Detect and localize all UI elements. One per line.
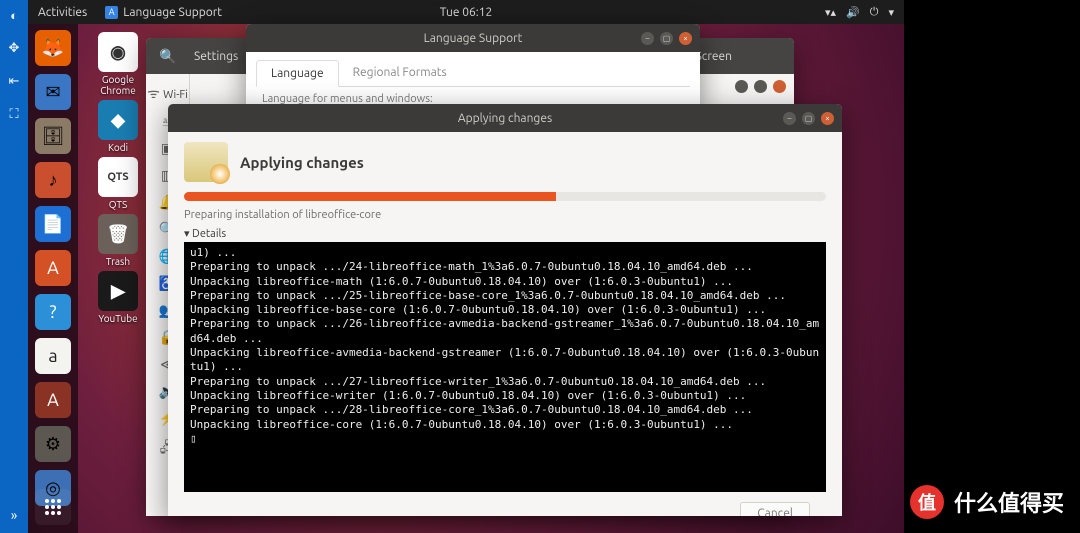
files-icon[interactable]: 🗄 — [35, 118, 71, 154]
minimize-icon[interactable]: – — [783, 112, 796, 125]
system-tray[interactable]: ▾▴ 🔊 ⏻ ▾ — [825, 6, 894, 19]
dock: 🦊 ✉ 🗄 ♪ 📄 A ? a A ⚙ ◎ — [28, 24, 78, 533]
watermark-badge-icon: 值 — [910, 485, 944, 519]
wifi-icon[interactable]: ᯤ Wi-Fi — [147, 84, 188, 103]
applying-changes-dialog: Applying changes – ▢ × Applying changes … — [168, 104, 842, 516]
desktop-icon-kodi[interactable]: ◆ Kodi — [90, 100, 146, 153]
thunderbird-icon[interactable]: ✉ — [35, 74, 71, 110]
desktop-icon-label: QTS — [109, 199, 127, 210]
desktop-icon-label: Kodi — [108, 142, 128, 153]
youtube-icon: ▶ — [98, 271, 138, 311]
topbar-app[interactable]: A Language Support — [105, 6, 222, 19]
package-icon — [184, 142, 228, 182]
maximize-icon[interactable] — [754, 80, 767, 93]
desktop-icon-qts[interactable]: QTS QTS — [90, 157, 146, 210]
desktop-icons: ◉Google Chrome◆KodiQTSQTS🗑Trash▶YouTube — [90, 32, 146, 324]
rhythmbox-icon[interactable]: ♪ — [35, 162, 71, 198]
language-support-window: Language Support – ▢ × Language Regional… — [246, 24, 700, 110]
power-icon[interactable]: ⏻ — [870, 6, 879, 19]
status-text: Preparing installation of libreoffice-co… — [184, 209, 826, 221]
search-icon[interactable]: 🔍 — [146, 48, 190, 65]
desktop-icon-label: Trash — [106, 256, 130, 267]
dialog-title: Applying changes — [458, 112, 552, 125]
tab-regional-formats[interactable]: Regional Formats — [339, 60, 461, 86]
kodi-icon: ◆ — [98, 100, 138, 140]
watermark-text: 什么值得买 — [954, 486, 1064, 518]
amazon-icon[interactable]: a — [35, 338, 71, 374]
qts-icon: QTS — [98, 157, 138, 197]
maximize-icon[interactable]: ▢ — [660, 32, 673, 45]
desktop-icon-label: Google Chrome — [90, 74, 146, 96]
cancel-button[interactable]: Cancel — [740, 502, 810, 516]
terminal-output[interactable]: u1) ... Preparing to unpack .../24-libre… — [184, 242, 826, 492]
volume-icon[interactable]: 🔊 — [846, 6, 860, 19]
libreoffice-writer-icon[interactable]: 📄 — [35, 206, 71, 242]
maximize-icon[interactable]: ▢ — [802, 112, 815, 125]
firefox-icon[interactable]: 🦊 — [35, 30, 71, 66]
watermark: 值 什么值得买 — [910, 485, 1064, 519]
ubuntu-software-icon[interactable]: A — [35, 250, 71, 286]
close-icon[interactable]: × — [821, 112, 834, 125]
chevron-down-icon[interactable]: ▾ — [888, 6, 894, 19]
collapse-icon[interactable]: ⇤ — [9, 74, 20, 89]
desktop: Activities A Language Support Tue 06:12 … — [28, 0, 904, 533]
language-support-icon: A — [105, 6, 118, 19]
google-chrome-icon: ◉ — [98, 32, 138, 72]
settings-icon[interactable]: ⚙ — [35, 426, 71, 462]
ubuntu-icon[interactable]: ◐ — [10, 8, 18, 23]
desktop-icon-trash[interactable]: 🗑 Trash — [90, 214, 146, 267]
close-icon[interactable] — [773, 80, 786, 93]
tabs: Language Regional Formats — [256, 60, 690, 87]
show-apps-button[interactable] — [35, 489, 71, 525]
gnome-topbar: Activities A Language Support Tue 06:12 … — [28, 0, 904, 24]
vm-sidebar: ◐ ✥ ⇤ ⛶ » — [0, 0, 28, 533]
network-icon[interactable]: ▾▴ — [825, 6, 836, 19]
software-updater-icon[interactable]: A — [35, 382, 71, 418]
progress-bar — [184, 192, 826, 201]
tab-language[interactable]: Language — [256, 60, 339, 87]
desktop-icon-youtube[interactable]: ▶ YouTube — [90, 271, 146, 324]
desktop-icon-google-chrome[interactable]: ◉Google Chrome — [90, 32, 146, 96]
trash-icon: 🗑 — [98, 214, 138, 254]
activities-button[interactable]: Activities — [38, 6, 87, 19]
details-toggle[interactable]: ▾ Details — [184, 227, 826, 240]
close-icon[interactable]: × — [679, 32, 692, 45]
window-title: Language Support — [424, 32, 523, 45]
desktop-icon-label: YouTube — [98, 313, 137, 324]
topbar-app-label: Language Support — [123, 6, 222, 19]
fullscreen-icon[interactable]: ⛶ — [9, 107, 18, 122]
minimize-icon[interactable] — [735, 80, 748, 93]
clock[interactable]: Tue 06:12 — [440, 6, 493, 19]
tool-icon[interactable]: ✥ — [9, 41, 20, 56]
applying-heading: Applying changes — [240, 154, 364, 171]
help-icon[interactable]: ? — [35, 294, 71, 330]
expand-icon[interactable]: » — [11, 507, 18, 523]
minimize-icon[interactable]: – — [641, 32, 654, 45]
